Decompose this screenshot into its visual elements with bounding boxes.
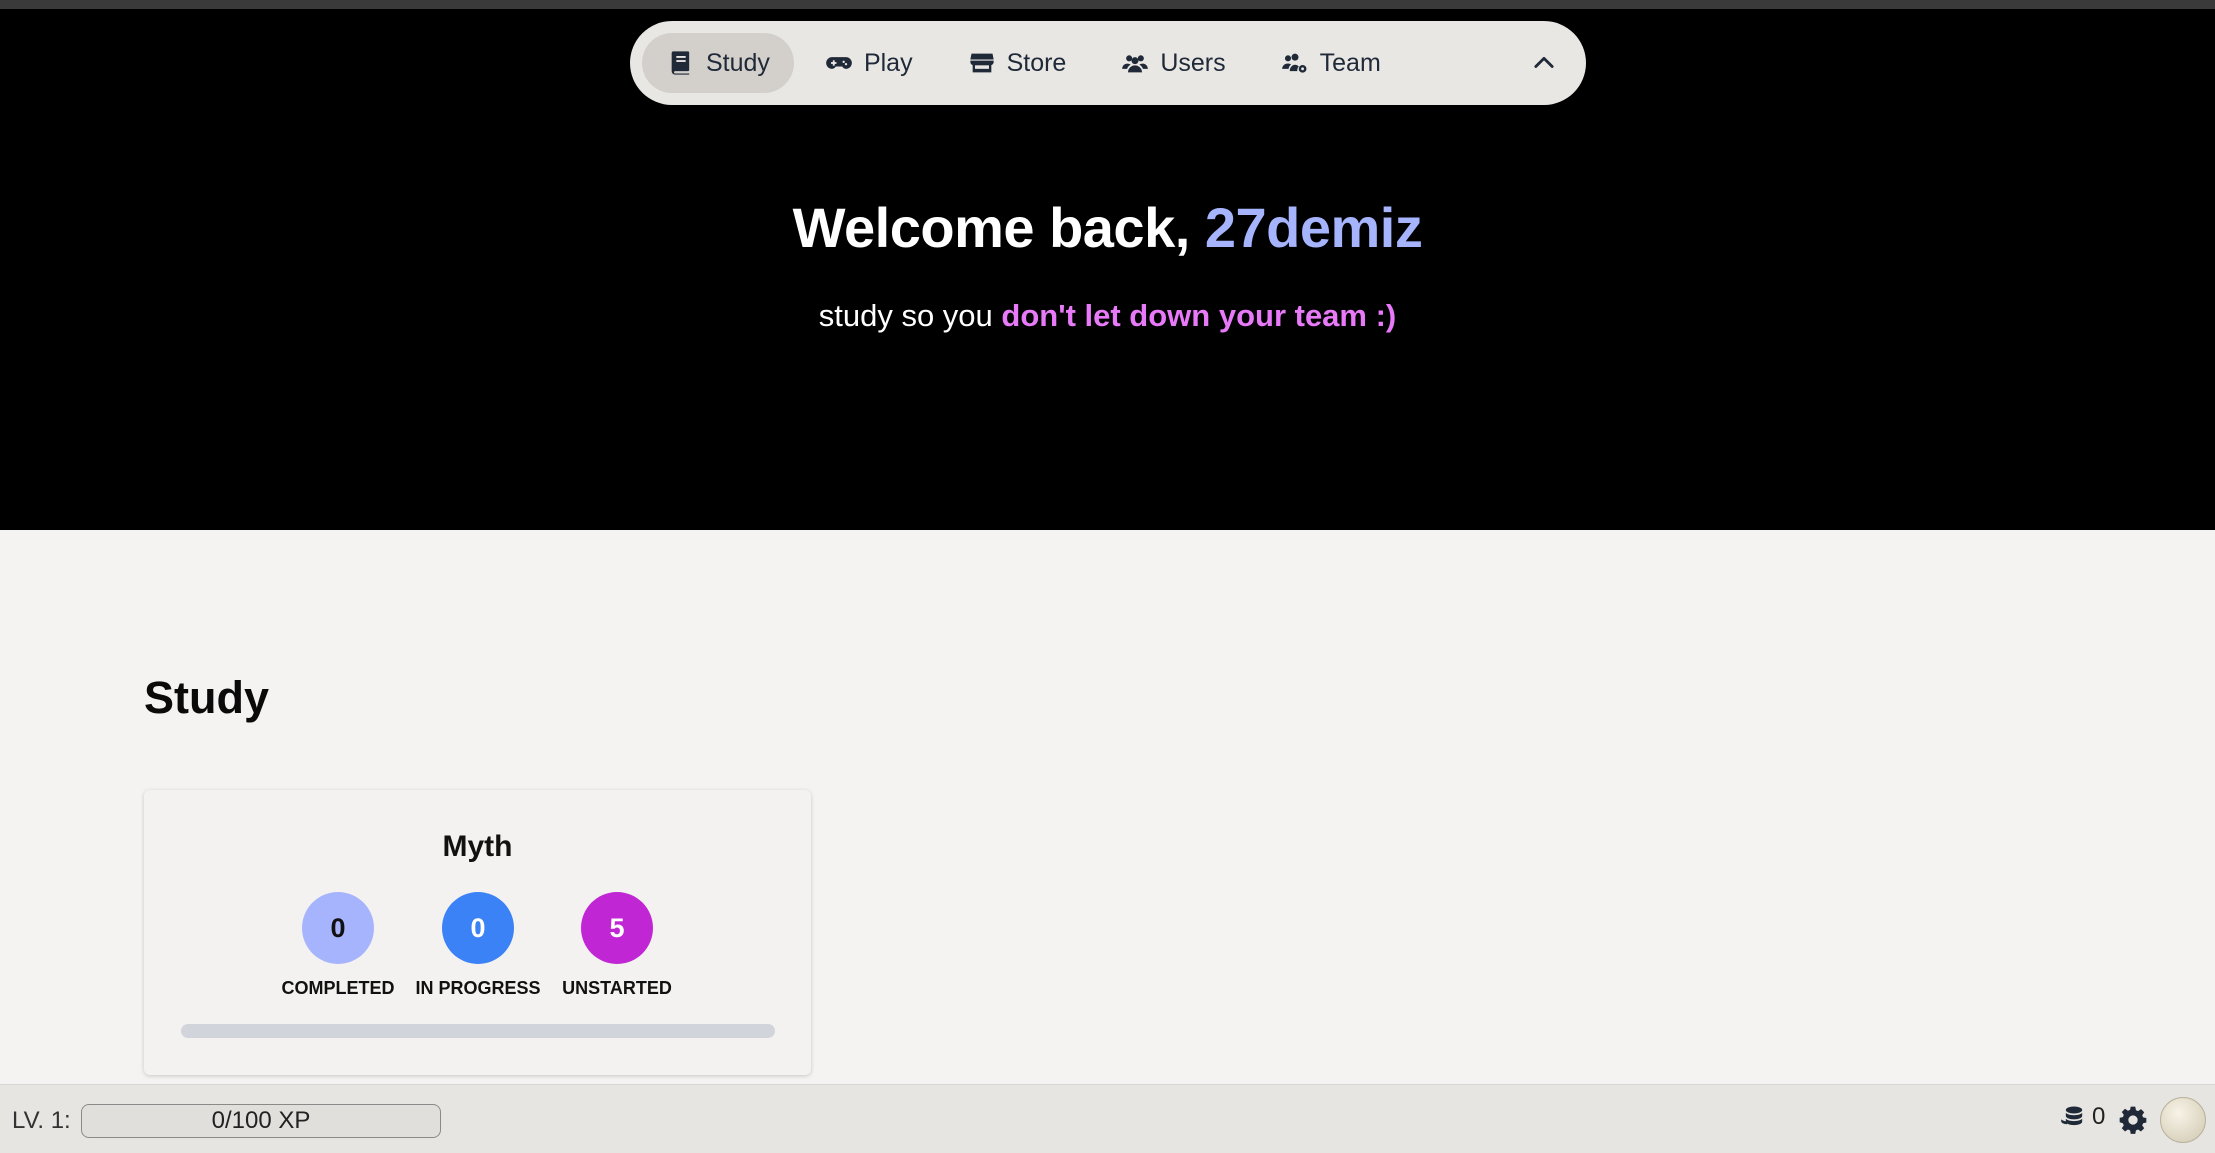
nav-collapse-toggle[interactable]	[1514, 33, 1574, 93]
section-title: Study	[144, 672, 270, 723]
nav-item-team[interactable]: Team	[1256, 33, 1405, 93]
nav-item-play[interactable]: Play	[800, 33, 937, 93]
course-title: Myth	[442, 830, 513, 863]
tagline-prefix: study so you	[818, 298, 1002, 333]
level-label: LV. 1:	[12, 1107, 71, 1134]
chevron-up-icon	[1534, 56, 1554, 68]
coins-icon	[2061, 1106, 2083, 1126]
users-icon	[1120, 48, 1150, 78]
stat-unstarted: 5 UNSTARTED	[547, 892, 687, 999]
nav-item-store[interactable]: Store	[943, 33, 1091, 93]
team-settings-icon	[1280, 48, 1310, 78]
nav-item-label: Play	[863, 48, 913, 77]
coin-balance: 0	[2060, 1103, 2105, 1131]
stat-completed-label: COMPLETED	[281, 978, 395, 998]
stat-completed: 0 COMPLETED	[268, 892, 408, 999]
nav-item-label: Users	[1160, 48, 1226, 77]
window-top-strip	[0, 0, 2215, 9]
stat-in-progress-label: IN PROGRESS	[415, 978, 541, 998]
stat-in-progress: 0 IN PROGRESS	[408, 892, 548, 999]
status-bar: LV. 1: 0/100 XP 0	[0, 1084, 2215, 1153]
nav-item-users[interactable]: Users	[1096, 33, 1249, 93]
avatar[interactable]	[2160, 1097, 2206, 1143]
username: 27demiz	[1204, 196, 1423, 259]
nav-item-label: Store	[1006, 48, 1067, 77]
tagline: study so you don't let down your team :)	[0, 298, 2215, 334]
welcome-heading: Welcome back, 27demiz	[0, 195, 2215, 260]
stat-completed-count: 0	[302, 892, 374, 964]
course-card[interactable]: Myth 0 COMPLETED 0 IN PROGRESS 5 UNSTART…	[144, 790, 811, 1075]
xp-progress[interactable]: 0/100 XP	[81, 1104, 441, 1138]
welcome-prefix: Welcome back,	[792, 196, 1205, 259]
course-progress-bar	[181, 1024, 775, 1038]
stat-in-progress-count: 0	[442, 892, 514, 964]
nav-item-label: Team	[1319, 48, 1381, 77]
settings-button[interactable]	[2117, 1104, 2149, 1136]
gamepad-icon	[824, 48, 854, 78]
store-icon	[967, 48, 997, 78]
nav-item-label: Study	[706, 48, 770, 77]
book-icon	[666, 48, 696, 78]
main-nav: Study Play Store Users Team	[630, 21, 1586, 105]
nav-item-study[interactable]: Study	[642, 33, 794, 93]
tagline-emphasis: don't let down your team :)	[1001, 298, 1397, 333]
stat-unstarted-count: 5	[581, 892, 653, 964]
coin-count: 0	[2092, 1103, 2106, 1130]
gear-icon	[2119, 1106, 2147, 1134]
stat-unstarted-label: UNSTARTED	[562, 978, 672, 998]
